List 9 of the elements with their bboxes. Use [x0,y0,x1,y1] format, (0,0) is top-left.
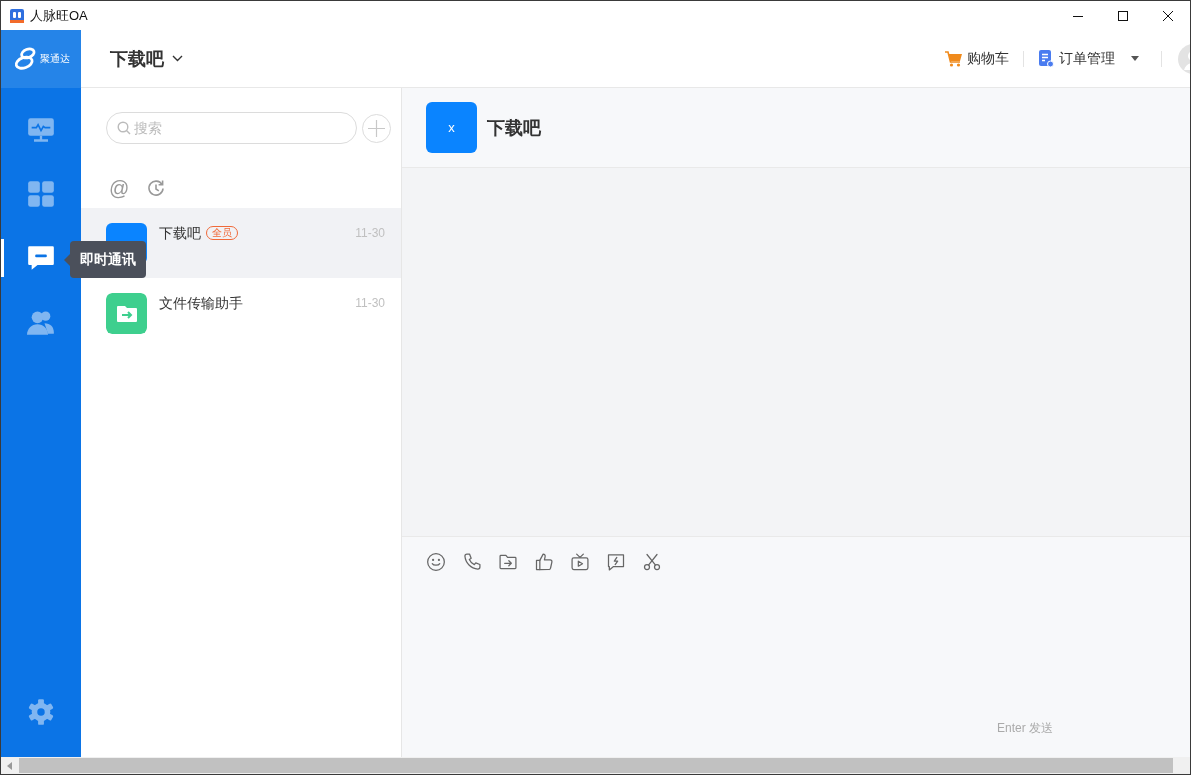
tooltip: 即时通讯 [64,241,146,278]
chat-avatar: x [426,102,477,153]
conversation-name: 文件传输助手 [159,294,243,313]
conversation-name: 下载吧 [159,224,201,243]
window-title: 人脉旺OA [30,6,88,25]
logo-text: 聚通达 [39,52,70,66]
conversation-time: 11-30 [355,295,385,312]
send-hint: Enter 发送 [997,720,1053,736]
chat-title: 下载吧 [487,116,541,140]
